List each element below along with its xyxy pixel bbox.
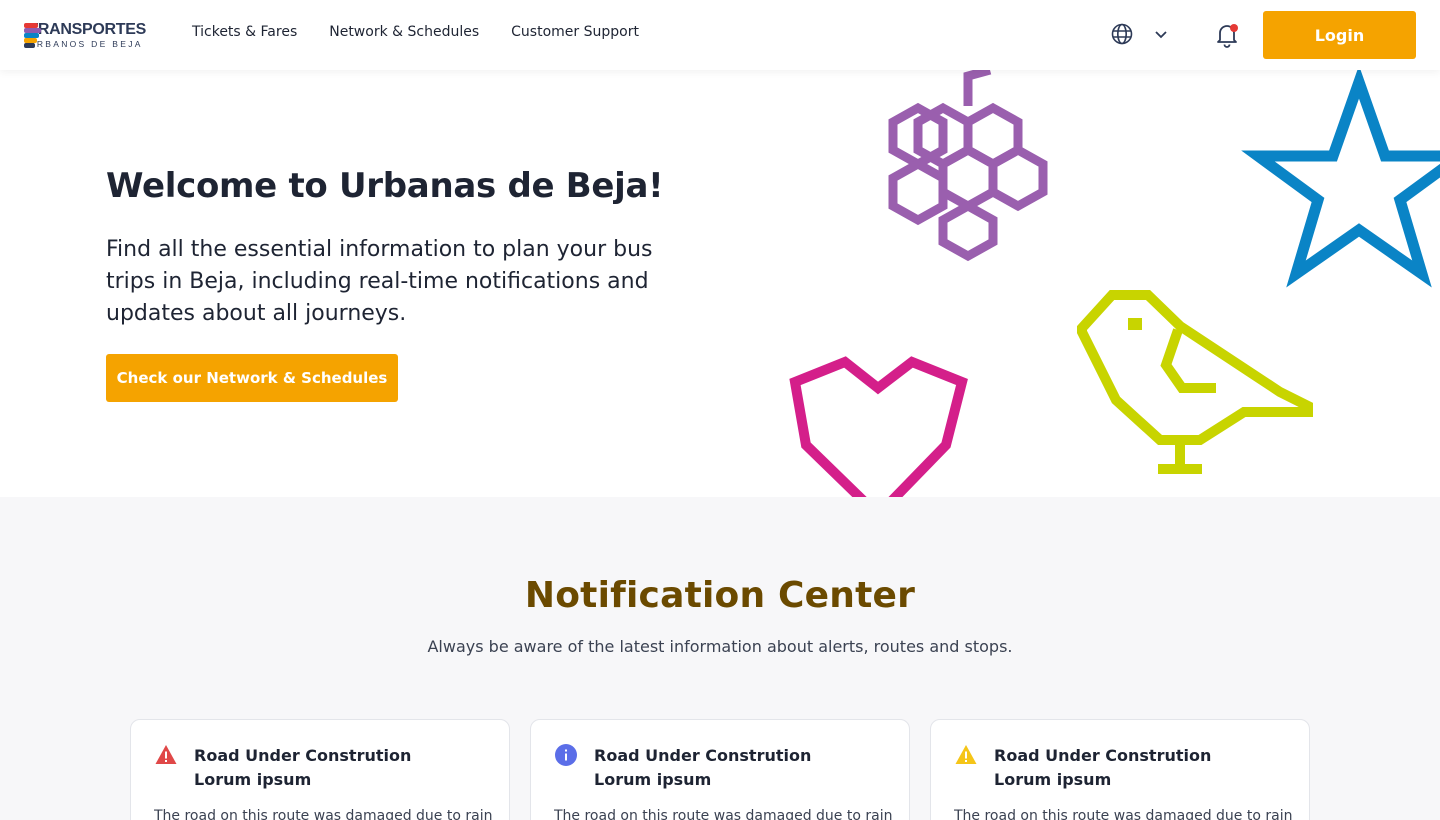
bird-icon: [1077, 290, 1313, 474]
heart-icon: [789, 356, 968, 497]
nav-item-customer-support[interactable]: Customer Support: [511, 24, 639, 40]
notification-text: The road on this route was damaged due t…: [154, 808, 493, 820]
notification-center-section: Notification Center Always be aware of t…: [0, 497, 1440, 820]
notification-text: The road on this route was damaged due t…: [954, 808, 1293, 820]
bird-eye-icon: [1128, 318, 1142, 330]
chevron-down-icon: [1155, 31, 1167, 39]
main-nav: Tickets & Fares Network & Schedules Cust…: [192, 24, 639, 40]
info-circle-icon: [555, 744, 577, 766]
alert-triangle-icon: [155, 745, 177, 764]
notifications-button[interactable]: [1214, 22, 1240, 48]
globe-icon: [1111, 23, 1133, 45]
hero-section: Welcome to Urbanas de Beja! Find all the…: [0, 70, 1440, 497]
hero-subtitle: Find all the essential information to pl…: [106, 237, 653, 326]
warning-triangle-icon: [955, 745, 977, 764]
nav-item-tickets-fares[interactable]: Tickets & Fares: [192, 24, 297, 40]
network-schedules-cta-button[interactable]: Check our Network & Schedules: [106, 354, 398, 402]
section-subtitle: Always be aware of the latest informatio…: [427, 637, 1013, 656]
logo-title: TRANSPORTES: [28, 20, 146, 38]
logo-subtitle: URBANOS DE BEJA: [28, 38, 143, 49]
brand-logo[interactable]: TRANSPORTES URBANOS DE BEJA: [24, 20, 146, 49]
section-title: Notification Center: [524, 575, 916, 616]
notification-card-info[interactable]: Road Under Constrution Lorum ipsum The r…: [530, 719, 910, 820]
login-button[interactable]: Login: [1263, 11, 1416, 59]
hero-title: Welcome to Urbanas de Beja!: [106, 166, 664, 206]
notification-badge: [1230, 24, 1238, 32]
notification-title: Road Under Constrution Lorum ipsum: [194, 746, 412, 789]
logo-text: TRANSPORTES URBANOS DE BEJA: [28, 20, 146, 49]
notification-card-warning[interactable]: Road Under Constrution Lorum ipsum The r…: [930, 719, 1310, 820]
notification-title: Road Under Constrution Lorum ipsum: [594, 746, 812, 789]
language-selector[interactable]: [1110, 22, 1168, 46]
grapes-icon: [888, 70, 1048, 262]
star-icon: [1241, 70, 1440, 288]
notification-card-alert[interactable]: Road Under Constrution Lorum ipsum The r…: [130, 719, 510, 820]
nav-item-network-schedules[interactable]: Network & Schedules: [329, 24, 479, 40]
site-header: TRANSPORTES URBANOS DE BEJA Tickets & Fa…: [0, 0, 1440, 70]
notification-text: The road on this route was damaged due t…: [554, 808, 893, 820]
notification-title: Road Under Constrution Lorum ipsum: [994, 746, 1212, 789]
